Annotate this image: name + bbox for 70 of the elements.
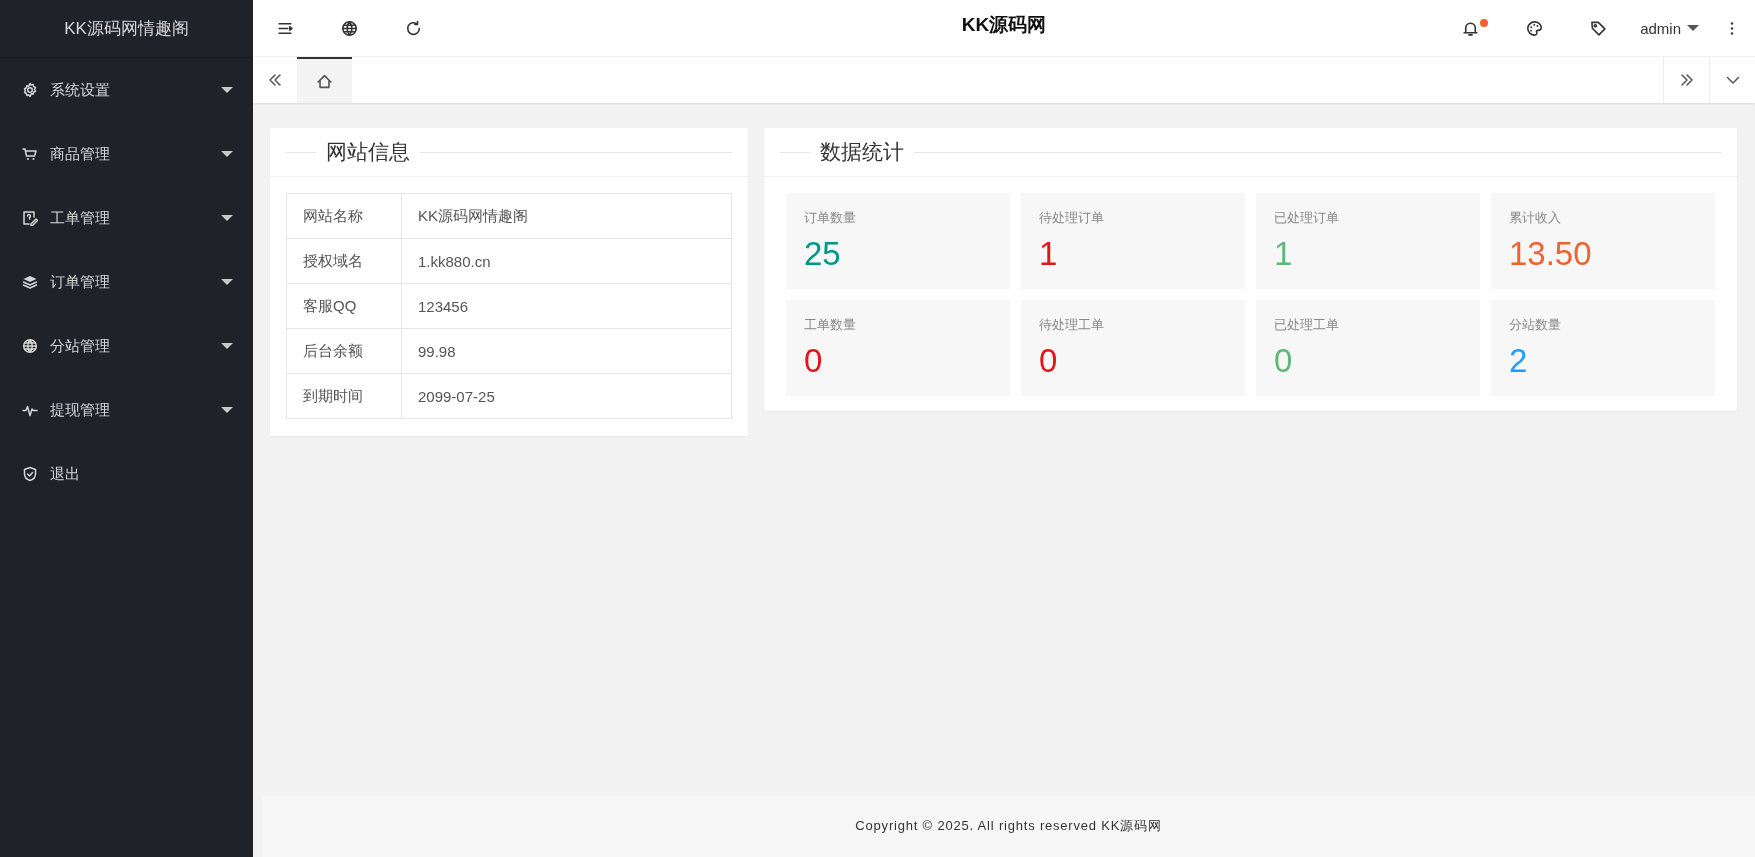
stat-label: 订单数量 (804, 209, 857, 227)
caret-icon (221, 279, 233, 285)
caret-icon (221, 407, 233, 413)
more-icon (1730, 19, 1734, 37)
table-cell: 网站名称 (286, 193, 402, 239)
table-cell: 授权域名 (286, 238, 402, 284)
header-logo-text: KK源码网 (961, 13, 1047, 37)
stat-label: 已处理工单 (1274, 316, 1340, 334)
home-tab[interactable] (297, 57, 352, 103)
menu-label: 商品管理 (50, 144, 111, 164)
sidebar-menu-item[interactable]: 系统设置 (0, 58, 253, 122)
shield-check-icon (22, 466, 38, 482)
stat-label: 待处理工单 (1039, 316, 1105, 334)
table-cell: KK源码网情趣阁 (401, 193, 732, 239)
caret-icon (221, 215, 233, 221)
stat-value: 0 (804, 342, 824, 380)
menu-label: 工单管理 (50, 208, 111, 228)
stat-value: 1 (1039, 235, 1059, 273)
card-title: 数据统计 (820, 139, 904, 165)
table-cell: 到期时间 (286, 373, 402, 419)
globe-icon (22, 338, 38, 354)
home-icon (316, 72, 333, 90)
globe-icon (340, 19, 358, 37)
copyright-text: Copyright © 2025. All rights reserved KK源码网 (855, 817, 1162, 835)
theme-icon (1525, 19, 1543, 37)
table-cell: 99.98 (401, 328, 732, 374)
sidebar-menu-item[interactable]: 商品管理 (0, 122, 253, 186)
brand-title: KK源码网情趣阁 (64, 18, 189, 40)
caret-icon (221, 87, 233, 93)
card-title: 网站信息 (326, 139, 410, 165)
stat-label: 分站数量 (1509, 316, 1562, 334)
notification-icon (1461, 19, 1479, 37)
table-cell: 客服QQ (286, 283, 402, 329)
stat-value: 1 (1274, 235, 1294, 273)
sidebar-menu-item[interactable]: 订单管理 (0, 250, 253, 314)
question-note-icon (22, 210, 38, 226)
stat-label: 工单数量 (804, 316, 857, 334)
menu-label: 系统设置 (50, 80, 111, 100)
layers-icon (22, 274, 38, 290)
double-left-icon (267, 72, 283, 88)
stat-label: 已处理订单 (1274, 209, 1340, 227)
sidebar-menu-item[interactable]: 工单管理 (0, 186, 253, 250)
sidebar-menu-item[interactable]: 分站管理 (0, 314, 253, 378)
double-right-icon (1678, 72, 1695, 88)
menu-label: 退出 (50, 464, 81, 484)
table-cell: 后台余额 (286, 328, 402, 374)
stat-value: 2 (1509, 342, 1529, 380)
stat-label: 待处理订单 (1039, 209, 1105, 227)
stat-label: 累计收入 (1509, 209, 1562, 227)
stat-value: 0 (1039, 342, 1059, 380)
scroll-right-button[interactable] (1663, 57, 1709, 103)
tag-icon (1589, 19, 1607, 37)
table-cell: 2099-07-25 (401, 373, 732, 419)
gear-icon (22, 82, 38, 98)
cart-icon (22, 146, 38, 162)
menu-label: 订单管理 (50, 272, 111, 292)
stat-value: 25 (804, 235, 842, 273)
caret-icon (221, 151, 233, 157)
stat-value: 13.50 (1509, 235, 1593, 273)
table-cell: 1.kk880.cn (401, 238, 732, 284)
sidebar-menu-item[interactable]: 退出 (0, 442, 253, 506)
refresh-icon (404, 19, 422, 37)
menu-label: 提现管理 (50, 400, 111, 420)
table-cell: 123456 (401, 283, 732, 329)
menu-label: 分站管理 (50, 336, 111, 356)
caret-icon (221, 343, 233, 349)
stat-value: 0 (1274, 342, 1294, 380)
user-menu-button[interactable]: admin (1630, 0, 1709, 57)
sidebar-menu-item[interactable]: 提现管理 (0, 378, 253, 442)
caret-icon (1687, 25, 1699, 31)
